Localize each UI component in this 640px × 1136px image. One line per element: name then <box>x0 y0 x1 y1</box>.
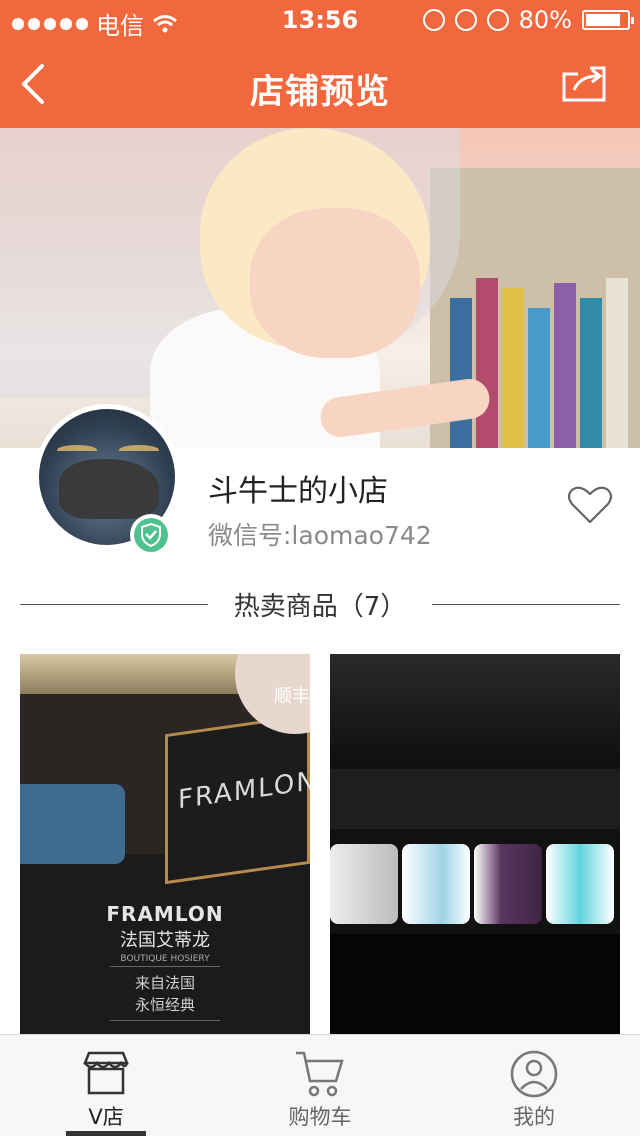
product-card-1[interactable]: FRAMLON 顺丰 FRAMLON 法国艾蒂龙 BOUTIQUE HOSIER… <box>20 654 310 1034</box>
location-icon <box>422 9 445 31</box>
tab-active-indicator <box>66 1131 146 1136</box>
tab-bar: V店 购物车 我的 <box>0 1034 640 1136</box>
tagline-2: 永恒经典 <box>134 996 195 1014</box>
page-title: 店铺预览 <box>250 72 390 112</box>
product-card-2[interactable] <box>330 654 620 1034</box>
brand-divider-top <box>110 966 220 967</box>
shop-name: 斗牛士的小店 <box>208 474 388 509</box>
box-body <box>330 769 620 829</box>
alarm-icon <box>486 9 509 31</box>
brand-en: FRAMLON <box>106 902 224 926</box>
user-icon <box>510 1050 558 1098</box>
tab-label: V店 <box>88 1105 124 1129</box>
brand-sub: BOUTIQUE HOSIERY <box>120 954 210 964</box>
shop-banner-image <box>0 128 640 448</box>
sock-roll <box>330 844 398 924</box>
socks-stack <box>20 784 125 864</box>
store-icon <box>83 1051 129 1095</box>
verified-badge <box>130 514 172 556</box>
brand-divider-bottom <box>110 1020 220 1021</box>
top-bar: 电信 13:56 80% 店铺预览 <box>0 0 640 128</box>
shield-check-icon <box>141 522 161 548</box>
section-header: 热卖商品（7） <box>20 586 620 626</box>
sock-roll <box>474 844 542 924</box>
status-bar: 电信 13:56 80% <box>0 0 640 40</box>
bull-horn-right <box>119 445 159 455</box>
tab-cart[interactable]: 购物车 <box>230 1035 410 1136</box>
product-brand: FRAMLON 法国艾蒂龙 BOUTIQUE HOSIERY <box>20 902 310 964</box>
rotation-lock-icon <box>454 9 477 31</box>
battery-icon <box>582 10 634 30</box>
battery-percent: 80% <box>518 6 572 34</box>
bull-horn-left <box>57 445 97 455</box>
tab-mine[interactable]: 我的 <box>444 1035 624 1136</box>
box-lid <box>330 654 620 764</box>
divider-right <box>432 604 620 605</box>
sock-roll <box>546 844 614 924</box>
baby-face <box>250 208 420 358</box>
tagline-1: 来自法国 <box>134 974 195 992</box>
share-icon[interactable] <box>560 64 608 104</box>
sock-roll <box>402 844 470 924</box>
wechat-id: 微信号:laomao742 <box>208 521 432 550</box>
brand-cn: 法国艾蒂龙 <box>120 930 210 951</box>
cart-icon <box>296 1051 344 1097</box>
bull-statue <box>59 459 159 519</box>
brand-card: FRAMLON <box>165 713 310 885</box>
box-bottom <box>330 934 620 1034</box>
tab-label: 我的 <box>513 1105 555 1129</box>
heart-outline-icon[interactable] <box>566 482 614 526</box>
tab-label: 购物车 <box>288 1105 352 1129</box>
status-right: 80% <box>422 6 634 34</box>
shipping-label: 顺丰 <box>274 686 310 707</box>
tab-vstore[interactable]: V店 <box>16 1035 196 1136</box>
